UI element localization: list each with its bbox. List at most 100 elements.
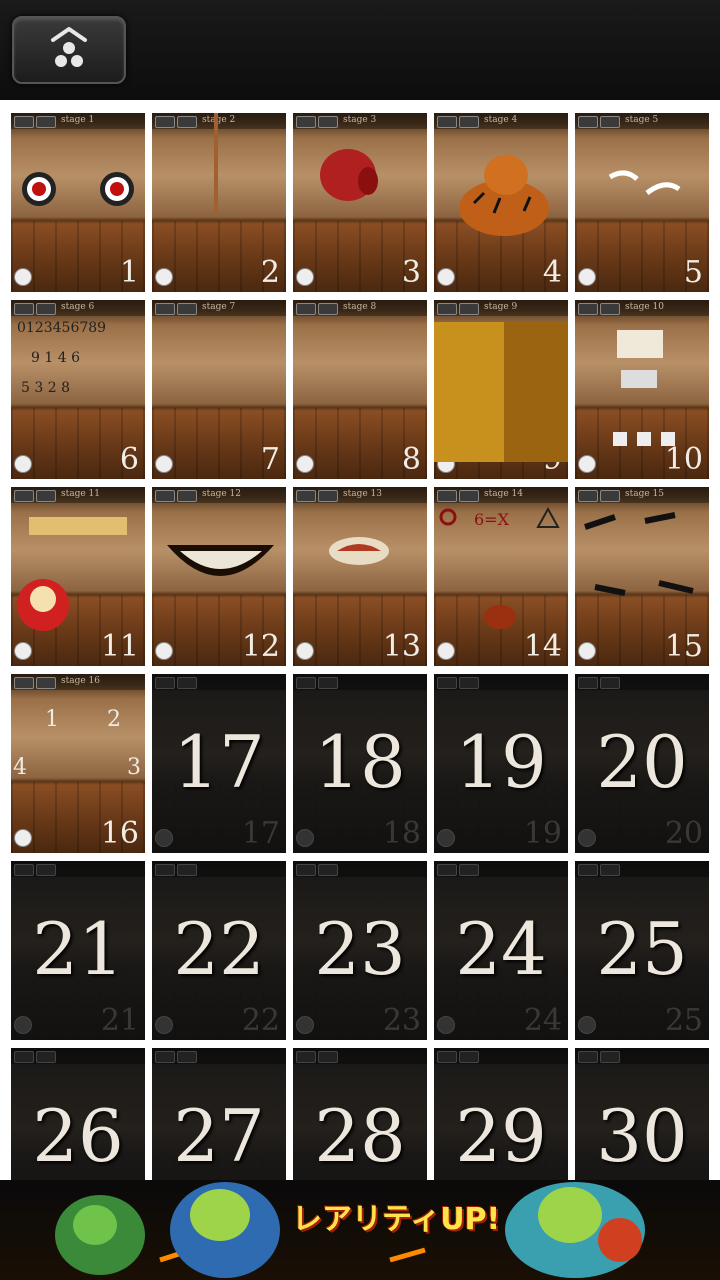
stage-tile[interactable]: stage 12 12 bbox=[152, 487, 286, 666]
crest-mini-icon bbox=[296, 303, 316, 315]
stage-tile[interactable]: stage 14 14 6=X bbox=[434, 487, 568, 666]
grid-mini-icon bbox=[318, 864, 338, 876]
tile-header bbox=[152, 861, 286, 877]
target-art bbox=[11, 113, 145, 292]
tile-header bbox=[293, 1048, 427, 1064]
crest-mini-icon bbox=[155, 677, 175, 689]
stage-tile: 2929 bbox=[434, 1048, 568, 1180]
tiger-art bbox=[434, 113, 568, 292]
grid-mini-icon bbox=[318, 677, 338, 689]
kanji-seal-icon bbox=[14, 1016, 32, 1034]
scroll-art bbox=[293, 487, 427, 666]
stage-grid: stage 1 1 stage 2 2 stage 3 3 stage 4 4 stage 55… bbox=[0, 100, 720, 1180]
grid-mini-icon bbox=[459, 864, 479, 876]
tile-header bbox=[575, 861, 709, 877]
stage-number: 24 bbox=[523, 1003, 562, 1038]
stage-tile: 25 25 bbox=[575, 861, 709, 1040]
grid-mini-icon bbox=[36, 1051, 56, 1063]
crest-mini-icon bbox=[155, 1051, 175, 1063]
stage-tile[interactable]: stage 11 11 bbox=[11, 487, 145, 666]
tile-header: stage 8 bbox=[293, 300, 427, 316]
kanji-seal-icon bbox=[437, 829, 455, 847]
kanji-seal-icon bbox=[578, 1016, 596, 1034]
grid-mini-icon bbox=[36, 864, 56, 876]
tile-header bbox=[434, 674, 568, 690]
crest-mini-icon bbox=[578, 864, 598, 876]
tile-header bbox=[293, 861, 427, 877]
stage-tile[interactable]: stage 33 bbox=[293, 113, 427, 292]
locked-stage-number: 30 bbox=[596, 1094, 688, 1178]
kanji-seal-icon bbox=[578, 829, 596, 847]
kanji-seal-icon bbox=[437, 1016, 455, 1034]
stage-tile: 2828 bbox=[293, 1048, 427, 1180]
stage-tile: 22 22 bbox=[152, 861, 286, 1040]
ad-banner[interactable]: レアリティUP! bbox=[0, 1180, 720, 1280]
home-crest-icon bbox=[51, 27, 87, 67]
stage-tile: 2727 bbox=[152, 1048, 286, 1180]
tile-header bbox=[434, 1048, 568, 1064]
stage-tile[interactable]: stage 55 bbox=[575, 113, 709, 292]
kanji-seal-icon bbox=[155, 1016, 173, 1034]
tile-header bbox=[575, 674, 709, 690]
stage-tile[interactable]: stage 11 bbox=[11, 113, 145, 292]
crest-mini-icon bbox=[296, 864, 316, 876]
grid-mini-icon bbox=[177, 864, 197, 876]
kanji-seal-icon bbox=[296, 455, 314, 473]
stage-number: 8 bbox=[401, 442, 421, 477]
top-bar bbox=[0, 0, 720, 100]
crest-mini-icon bbox=[437, 677, 457, 689]
tile-header bbox=[11, 1048, 145, 1064]
stage-tile[interactable]: stage 7 7 bbox=[152, 300, 286, 479]
locked-stage-number: 22 bbox=[173, 907, 265, 991]
dice-art bbox=[575, 300, 709, 479]
crest-mini-icon bbox=[437, 1051, 457, 1063]
stage-tile[interactable]: stage 44 bbox=[434, 113, 568, 292]
ink-splash-art bbox=[575, 487, 709, 666]
home-button[interactable] bbox=[12, 16, 126, 84]
locked-stage-number: 27 bbox=[173, 1094, 265, 1178]
crest-mini-icon bbox=[578, 677, 598, 689]
stage-number: 18 bbox=[382, 816, 421, 851]
kanji-seal-icon bbox=[155, 829, 173, 847]
tile-header bbox=[152, 674, 286, 690]
gold-cube-art bbox=[434, 300, 568, 479]
tile-header bbox=[434, 861, 568, 877]
daruma-art bbox=[11, 487, 145, 666]
stage-tile[interactable]: stage 16 16 1 2 4 3 bbox=[11, 674, 145, 853]
stage-number: 21 bbox=[100, 1003, 139, 1038]
crest-mini-icon bbox=[155, 864, 175, 876]
stage-tile: 19 19 bbox=[434, 674, 568, 853]
tengu-mask-art bbox=[293, 113, 427, 292]
locked-stage-number: 17 bbox=[173, 720, 265, 804]
svg-text:5 3 2 8: 5 3 2 8 bbox=[21, 380, 70, 396]
svg-text:4: 4 bbox=[13, 755, 27, 780]
locked-stage-number: 29 bbox=[455, 1094, 547, 1178]
stage-tile[interactable]: stage 10 10 bbox=[575, 300, 709, 479]
stage-tile[interactable]: stage 15 15 bbox=[575, 487, 709, 666]
grid-mini-icon bbox=[459, 1051, 479, 1063]
stage-tile: 2626 bbox=[11, 1048, 145, 1180]
stage-tile: 20 20 bbox=[575, 674, 709, 853]
stage-number: 19 bbox=[523, 816, 562, 851]
kanji-seal-icon bbox=[296, 1016, 314, 1034]
crest-mini-icon bbox=[155, 303, 175, 315]
stage-number: 20 bbox=[664, 816, 703, 851]
cranes-art bbox=[575, 113, 709, 292]
stage-tile[interactable]: stage 99 bbox=[434, 300, 568, 479]
crest-mini-icon bbox=[296, 1051, 316, 1063]
tile-header bbox=[293, 674, 427, 690]
svg-text:1: 1 bbox=[45, 707, 59, 732]
crest-mini-icon bbox=[578, 1051, 598, 1063]
stage-tile[interactable]: stage 8 8 bbox=[293, 300, 427, 479]
stage-tile[interactable]: stage 6 6 0123456789 9 1 4 65 3 2 8 bbox=[11, 300, 145, 479]
stage-tile: 3030 bbox=[575, 1048, 709, 1180]
locked-stage-number: 20 bbox=[596, 720, 688, 804]
stage-tile[interactable]: stage 22 bbox=[152, 113, 286, 292]
grid-mini-icon bbox=[318, 303, 338, 315]
ad-text: レアリティUP! bbox=[292, 1202, 501, 1237]
svg-text:9 1 4 6: 9 1 4 6 bbox=[31, 350, 80, 366]
stage-tile: 17 17 bbox=[152, 674, 286, 853]
stage-tile[interactable]: stage 13 13 bbox=[293, 487, 427, 666]
svg-text:2: 2 bbox=[107, 707, 121, 732]
stage-label: stage 8 bbox=[343, 302, 377, 312]
